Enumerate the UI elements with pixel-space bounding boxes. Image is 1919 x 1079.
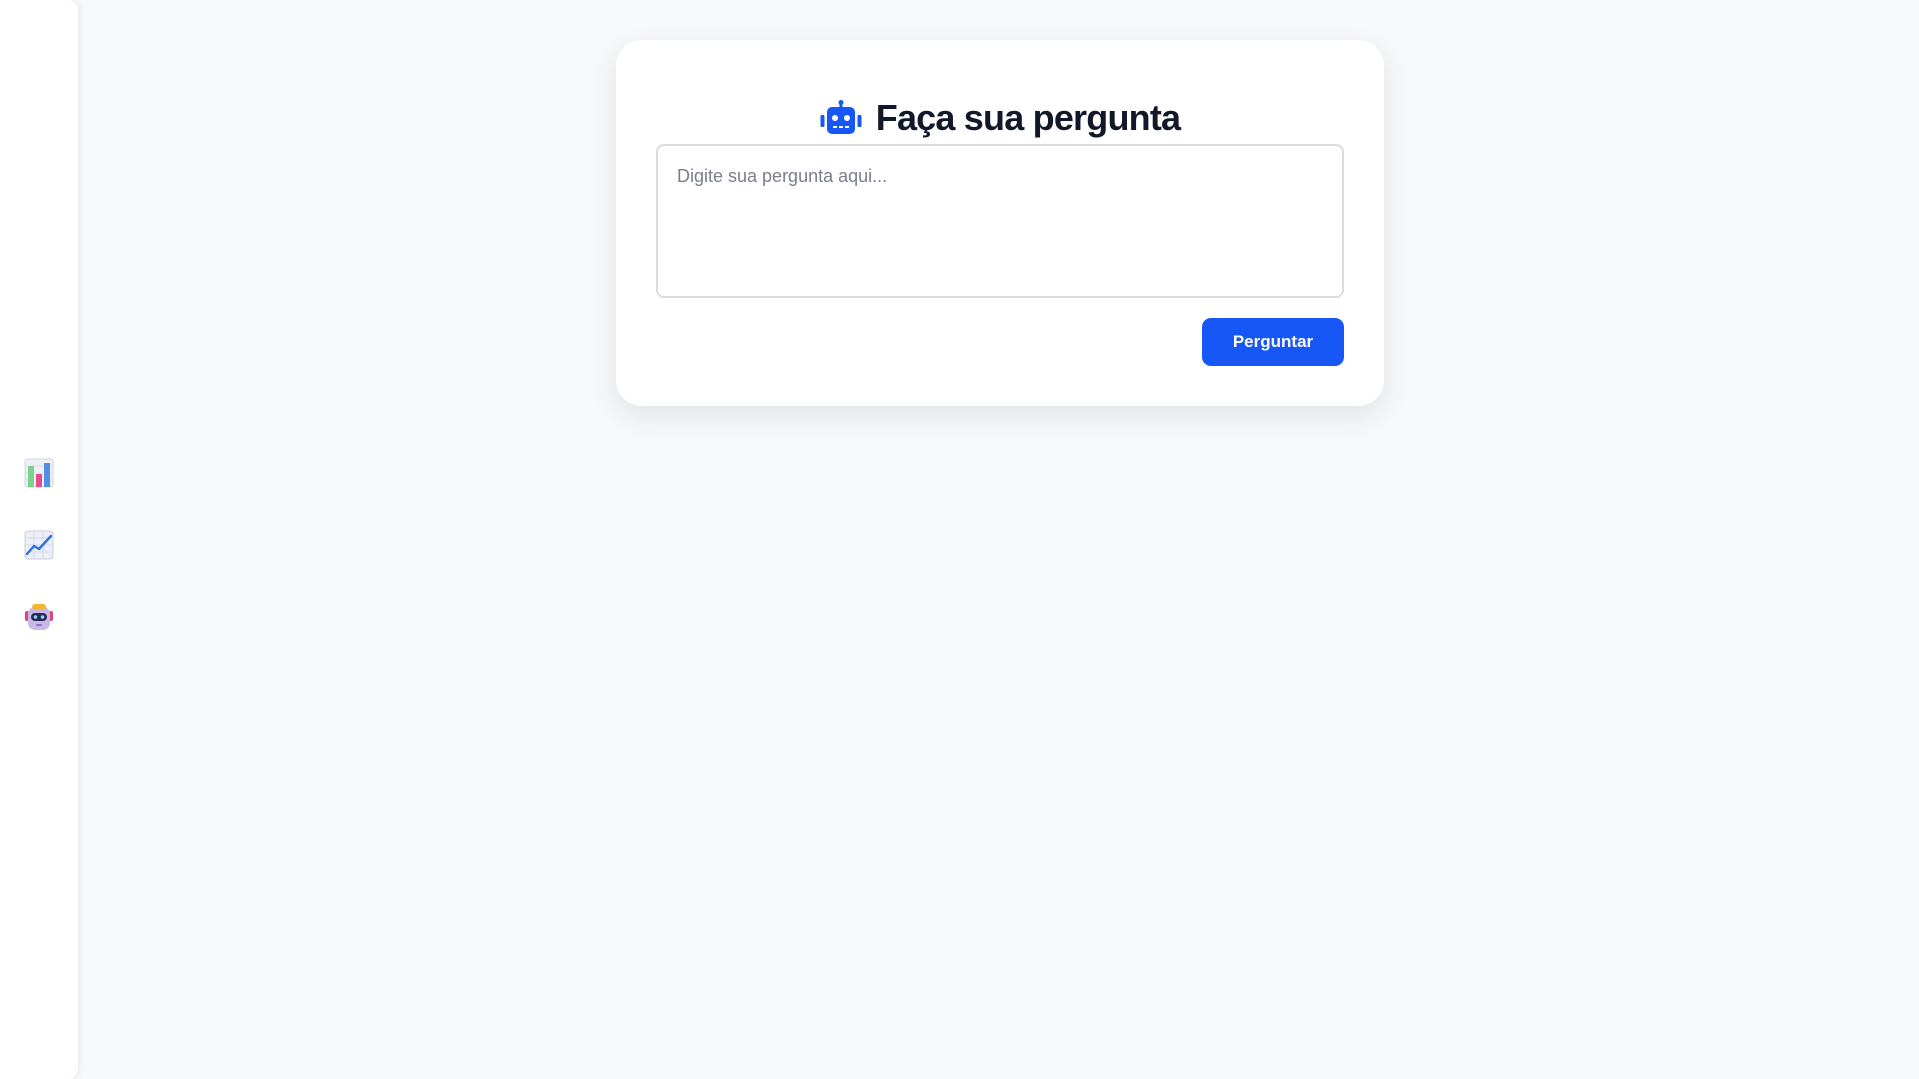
question-card: Faça sua pergunta Perguntar <box>616 40 1384 406</box>
ask-button[interactable]: Perguntar <box>1202 318 1344 366</box>
sidebar <box>0 0 78 1079</box>
robot-icon <box>820 100 862 134</box>
page-title: Faça sua pergunta <box>875 97 1181 138</box>
sidebar-item-line-chart[interactable] <box>22 528 56 562</box>
card-title: Faça sua pergunta <box>616 97 1384 139</box>
question-input[interactable] <box>656 144 1344 298</box>
bar-chart-icon <box>24 458 54 488</box>
sidebar-item-robot[interactable] <box>22 600 56 634</box>
sidebar-item-bar-chart[interactable] <box>22 456 56 490</box>
line-chart-icon <box>24 530 54 560</box>
robot-face-icon <box>25 604 53 630</box>
